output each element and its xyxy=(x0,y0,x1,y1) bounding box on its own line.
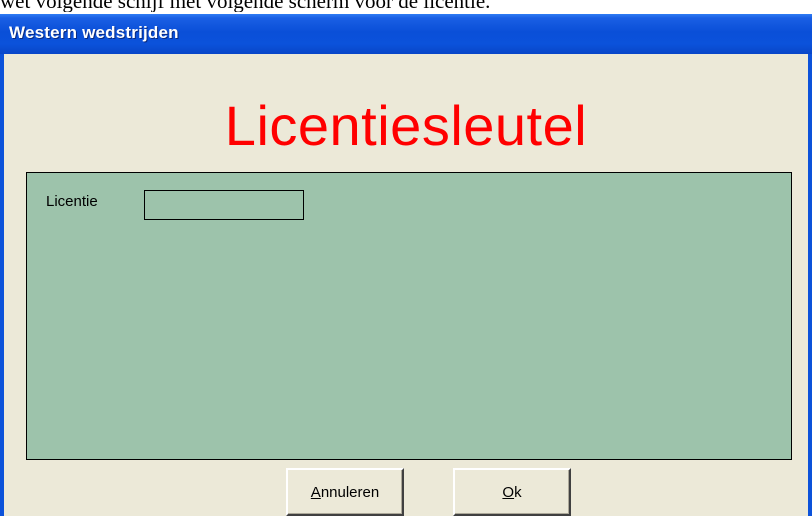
license-panel: Licentie xyxy=(26,172,792,460)
license-input[interactable] xyxy=(144,190,304,220)
cancel-button[interactable]: Annuleren xyxy=(286,468,404,516)
window-title: Western wedstrijden xyxy=(9,23,179,42)
document-text-fragment: wet volgende schijf met volgende scherm … xyxy=(0,0,491,12)
dialog-window: Western wedstrijden Licentiesleutel Lice… xyxy=(0,14,812,516)
ok-button[interactable]: Ok xyxy=(453,468,571,516)
ok-button-label: k xyxy=(514,483,522,501)
ok-button-accelerator: O xyxy=(502,483,515,501)
license-key-heading: Licentiesleutel xyxy=(224,94,588,157)
title-bar[interactable]: Western wedstrijden xyxy=(0,14,812,54)
cancel-button-label: nnuleren xyxy=(320,483,380,501)
cancel-button-accelerator: A xyxy=(310,483,321,501)
license-label: Licentie xyxy=(46,193,98,210)
